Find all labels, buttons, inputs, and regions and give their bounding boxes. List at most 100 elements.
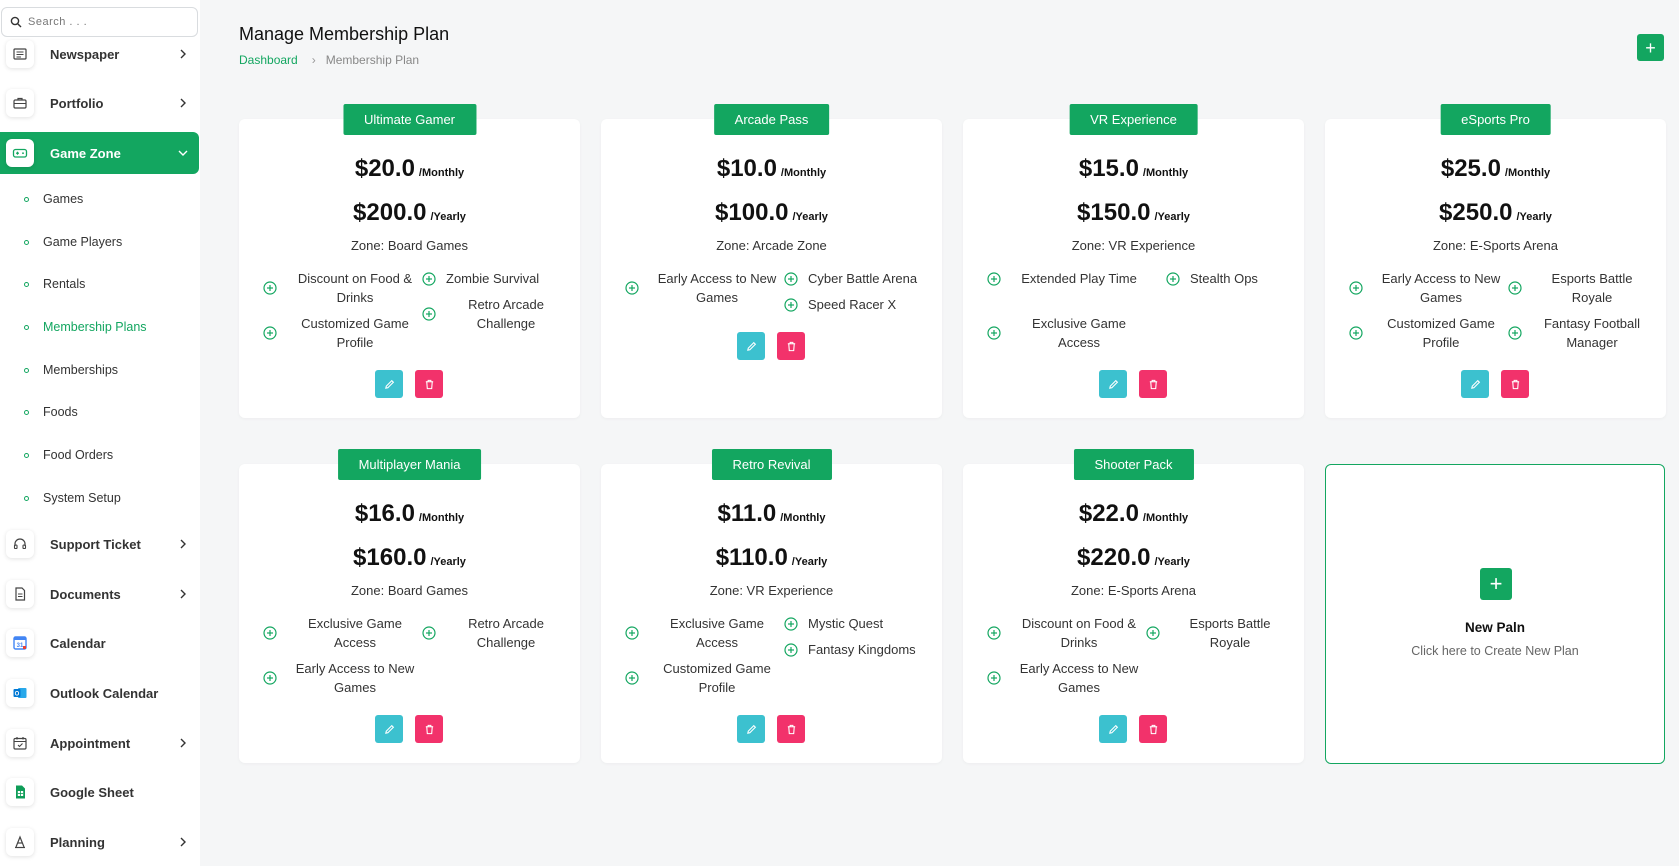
feature-item: Stealth Ops [1166,269,1336,288]
pencil-icon [384,724,394,734]
delete-button[interactable] [777,715,805,743]
feature-item: Early Access to New Games [987,659,1157,697]
plus-circle-icon [263,326,277,340]
planning-icon [6,828,34,856]
bullet-icon [24,324,29,330]
sidebar-item-documents[interactable]: Documents [0,573,199,615]
plan-zone: Zone: Arcade Zone [716,238,827,253]
sidebar-subitem-label: Foods [43,405,78,419]
yearly-price: $100.0/Yearly [601,199,942,227]
sidebar-subitem-label: Food Orders [43,448,114,462]
sidebar-item-label: Portfolio [50,95,104,111]
headset-icon [6,530,34,558]
edit-button[interactable] [1099,370,1127,398]
sidebar-item-portfolio[interactable]: Portfolio [0,82,199,124]
calendar-check-icon [6,729,34,757]
bullet-icon [24,367,29,373]
sidebar: Search . . . Newspaper Portfolio Game Zo… [0,0,200,866]
sidebar-subitem-food-orders[interactable]: Food Orders [0,441,199,469]
delete-button[interactable] [1139,370,1167,398]
delete-button[interactable] [1501,370,1529,398]
sidebar-item-outlook-calendar[interactable]: O Outlook Calendar [0,672,199,714]
plus-circle-icon [1349,326,1363,340]
bullet-icon [24,281,29,287]
sidebar-subitem-games[interactable]: Games [0,185,199,213]
sidebar-item-google-sheet[interactable]: Google Sheet [0,771,199,813]
feature-label: Customized Game Profile [301,316,409,350]
price-unit: /Monthly [780,512,826,524]
price-amount: $16.0 [354,500,415,527]
monthly-price: $16.0/Monthly [239,500,580,528]
edit-button[interactable] [375,370,403,398]
feature-item: Early Access to New Games [263,659,433,697]
pencil-icon [746,341,756,351]
chevron-right-icon [180,837,186,847]
sidebar-item-newspaper[interactable]: Newspaper [0,33,199,75]
document-icon [6,580,34,608]
sidebar-subitem-game-players[interactable]: Game Players [0,228,199,256]
edit-button[interactable] [1099,715,1127,743]
plan-card: Ultimate Gamer $20.0/Monthly $200.0/Year… [239,104,580,418]
sidebar-item-support-ticket[interactable]: Support Ticket [0,523,199,565]
edit-button[interactable] [1461,370,1489,398]
trash-icon [1149,379,1157,389]
monthly-price: $11.0/Monthly [601,500,942,528]
price-unit: /Yearly [430,556,466,568]
feature-label: Early Access to New Games [657,271,777,305]
sidebar-item-game-zone[interactable]: Game Zone [0,132,199,174]
price-unit: /Yearly [791,556,828,568]
search-placeholder: Search . . . [28,16,88,28]
google-sheets-icon [6,778,34,806]
monthly-price: $10.0/Monthly [601,155,942,183]
sidebar-subitem-rentals[interactable]: Rentals [0,270,199,298]
sidebar-subitem-memberships[interactable]: Memberships [0,356,199,384]
pencil-icon [746,724,756,734]
sidebar-subitem-foods[interactable]: Foods [0,398,199,426]
feature-item: Zombie Survival [422,269,592,288]
sidebar-item-planning[interactable]: Planning [0,821,199,863]
svg-text:O: O [15,692,20,698]
feature-item: Customized Game Profile [1349,314,1519,352]
sidebar-subitem-system-setup[interactable]: System Setup [0,484,199,512]
plus-circle-icon [987,626,1001,640]
edit-button[interactable] [375,715,403,743]
edit-button[interactable] [737,332,765,360]
price-amount: $11.0 [717,500,777,527]
plan-name-badge: eSports Pro [1440,104,1551,135]
chevron-right-icon [180,49,186,59]
feature-label: Exclusive Game Access [308,616,402,650]
delete-button[interactable] [415,715,443,743]
delete-button[interactable] [777,332,805,360]
new-plan-card[interactable]: + New Paln Click here to Create New Plan [1325,464,1665,764]
sidebar-subitem-label: System Setup [43,491,121,505]
feature-label: Exclusive Game Access [1032,316,1126,350]
yearly-price: $220.0/Yearly [963,544,1304,572]
add-plan-button[interactable]: + [1637,34,1664,61]
monthly-price: $20.0/Monthly [239,155,580,183]
feature-label: Exclusive Game Access [670,616,764,650]
trash-icon [787,341,795,351]
plus-circle-icon [625,671,639,685]
feature-label: Retro Arcade Challenge [468,297,544,331]
price-amount: $150.0 [1077,199,1151,226]
edit-button[interactable] [737,715,765,743]
sidebar-item-appointment[interactable]: Appointment [0,722,199,764]
price-unit: /Monthly [780,167,827,179]
google-calendar-icon: 31 [6,629,34,657]
plus-icon[interactable]: + [1480,568,1512,600]
sidebar-item-calendar[interactable]: 31 Calendar [0,622,199,664]
feature-label: Esports Battle Royale [1551,271,1633,305]
sidebar-subitem-membership-plans[interactable]: Membership Plans [0,313,199,341]
newspaper-icon [6,40,34,68]
feature-label: Fantasy Kingdoms [808,642,916,657]
feature-label: Early Access to New Games [1019,661,1139,695]
bullet-icon [24,495,29,501]
delete-button[interactable] [1139,715,1167,743]
delete-button[interactable] [415,370,443,398]
plan-name-badge: Ultimate Gamer [342,104,477,135]
feature-item: Discount on Food & Drinks [263,269,433,307]
plus-circle-icon [784,271,798,286]
bullet-icon [24,452,29,458]
feature-label: Retro Arcade Challenge [468,616,544,650]
breadcrumb-dashboard-link[interactable]: Dashboard [239,53,298,67]
